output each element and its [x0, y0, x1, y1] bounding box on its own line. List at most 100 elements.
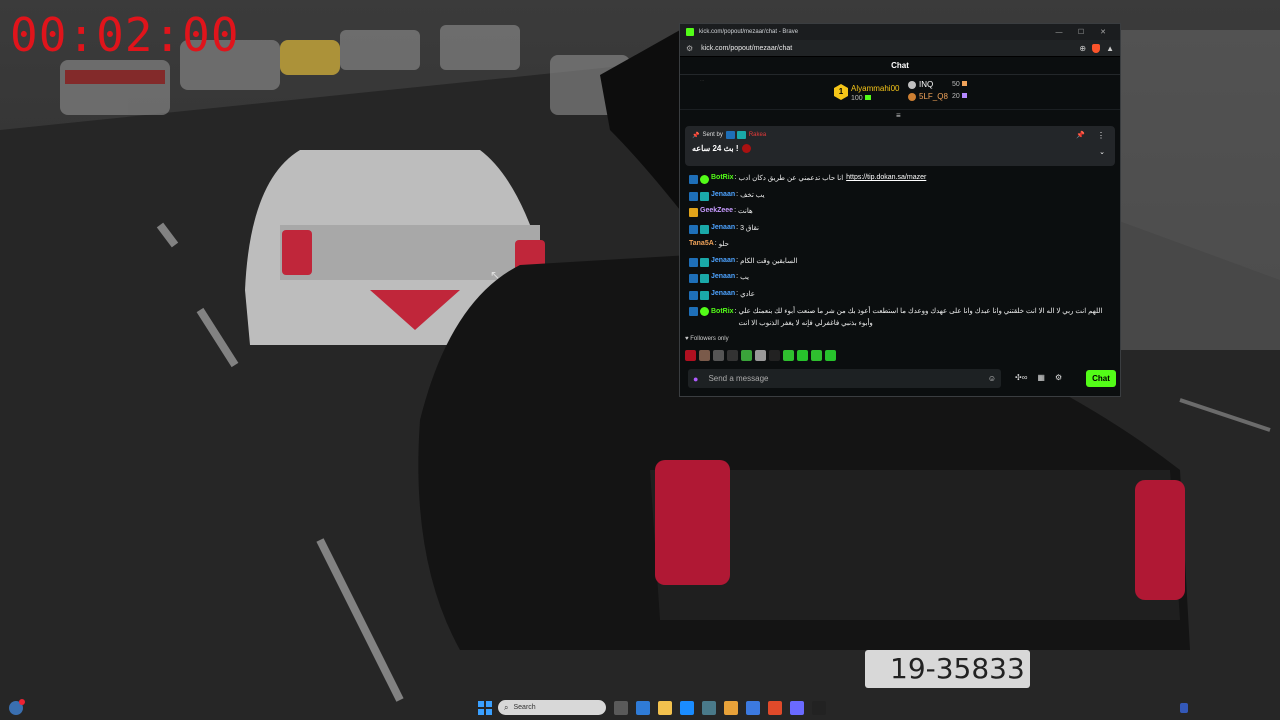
emote-icon[interactable] — [755, 350, 766, 361]
taskbar-app-icon[interactable] — [702, 701, 716, 715]
settings-icon[interactable]: ⚙ — [1055, 373, 1062, 382]
emote-icon[interactable] — [699, 350, 710, 361]
chat-header: Chat — [680, 57, 1120, 75]
top-gifter-count: 100 — [851, 95, 871, 102]
leaderboard-row[interactable]: INQ 50 — [908, 80, 967, 89]
chevron-down-icon[interactable]: ⌄ — [1099, 148, 1105, 156]
emote-icon[interactable] — [713, 350, 724, 361]
emote-icon[interactable] — [741, 350, 752, 361]
verified-badge-icon — [700, 175, 709, 184]
leaderboard-name: 5LF_Q8 — [919, 92, 948, 101]
chat-username[interactable]: Tana5A — [689, 240, 714, 247]
emote-icon[interactable] — [783, 350, 794, 361]
sub-badge-icon — [700, 257, 709, 267]
taskbar-search[interactable]: ⌕ Search — [498, 700, 606, 715]
zoom-icon[interactable]: ⊕ — [1079, 44, 1086, 53]
search-label: Search — [513, 704, 536, 711]
chat-link[interactable]: https://tip.dokan.sa/mazer — [846, 174, 926, 181]
chat-message-text: اللهم انت ربي لا اله الا انت خلقتني وانا… — [738, 308, 1103, 327]
username-separator: : — [736, 223, 739, 231]
chat-username[interactable]: BotRix — [711, 174, 734, 181]
address-bar[interactable]: ⚙ kick.com/popout/mezaar/chat ⊕ ▲ — [680, 40, 1120, 57]
site-settings-icon[interactable]: ⚙ — [686, 44, 693, 53]
close-icon[interactable]: ✕ — [1092, 28, 1114, 36]
window-titlebar[interactable]: kick.com/popout/mezaar/chat - Brave — ☐ … — [680, 24, 1120, 40]
chat-username[interactable]: GeekZeee — [700, 207, 733, 214]
system-tray-icon[interactable] — [1180, 703, 1188, 713]
gift-icon — [864, 95, 871, 100]
username-separator: : — [736, 273, 739, 280]
send-chat-button[interactable]: Chat — [1086, 370, 1116, 387]
leaderboard-row[interactable]: 5LF_Q8 20 — [908, 92, 967, 101]
chat-username[interactable]: Jenaan — [711, 224, 735, 231]
taskbar-app-icon[interactable] — [812, 701, 826, 715]
emote-icon[interactable] — [727, 350, 738, 361]
pin-icon[interactable]: 📌 — [1076, 131, 1085, 139]
sent-by-label: Sent by — [702, 132, 723, 138]
notification-dot-icon — [19, 699, 25, 705]
browser-window: kick.com/popout/mezaar/chat - Brave — ☐ … — [679, 23, 1121, 397]
emote-icon[interactable] — [685, 350, 696, 361]
taskbar-app-icon[interactable] — [680, 701, 694, 715]
top-gifter-name[interactable]: Alyammahi00 — [851, 84, 899, 93]
taskbar-app-icon[interactable] — [724, 701, 738, 715]
brave-rewards-icon[interactable]: ▲ — [1106, 44, 1114, 53]
gift-leaderboard[interactable]: ... 1 Alyammahi00 100 INQ 50 5LF_Q8 20 — [680, 75, 1120, 110]
weather-widget-icon[interactable] — [9, 699, 25, 715]
taskbar-app-icon[interactable] — [658, 701, 672, 715]
chat-message: BotRix: انا حاب تدعمني عن طريق دكان ادب ht… — [689, 174, 1117, 191]
more-options-icon[interactable]: ⋮ — [1097, 131, 1105, 140]
chat-message: Jenaan: عادي — [689, 290, 1117, 307]
kick-favicon-icon — [686, 28, 694, 36]
store-icon[interactable]: ▦ — [1037, 373, 1045, 382]
emoji-icon[interactable]: ☺ — [988, 374, 996, 383]
svg-text:19-35833: 19-35833 — [890, 652, 1025, 685]
message-input[interactable] — [706, 373, 988, 384]
sub-badge-icon — [700, 274, 709, 283]
chat-username[interactable]: Jenaan — [711, 290, 735, 297]
taskbar-app-icon[interactable] — [768, 701, 782, 715]
emote-icon[interactable] — [769, 350, 780, 361]
username-separator: : — [736, 190, 739, 198]
sub-badge-icon — [700, 224, 709, 234]
gift-icon — [961, 93, 967, 98]
followers-only-notice: ♥ Followers only — [685, 336, 729, 342]
emote-icon[interactable] — [811, 350, 822, 361]
username-separator: : — [734, 207, 737, 214]
medal-icon — [908, 92, 916, 101]
windows-start-icon[interactable] — [478, 701, 492, 715]
message-input-bar[interactable]: ● ☺ — [688, 369, 1001, 388]
emote-icon[interactable] — [797, 350, 808, 361]
pinned-sender-name[interactable]: Rakea — [749, 132, 766, 138]
subscriber-badge-icon — [736, 131, 746, 139]
chat-messages: BotRix: انا حاب تدعمني عن طريق دكان ادب ht… — [689, 174, 1117, 330]
url-text[interactable]: kick.com/popout/mezaar/chat — [701, 45, 1073, 52]
chat-username[interactable]: Jenaan — [711, 273, 735, 280]
kick-badge-icon — [689, 224, 698, 234]
chat-message-text: هانت — [738, 208, 753, 215]
taskbar-app-icon[interactable] — [614, 701, 628, 715]
username-separator: : — [736, 289, 739, 297]
taskbar-app-icon[interactable] — [636, 701, 650, 715]
leaderboard-value: 50 — [952, 81, 967, 88]
medal-icon — [908, 80, 916, 89]
taskbar-app-icon[interactable] — [790, 701, 804, 715]
chat-username[interactable]: Jenaan — [711, 191, 735, 198]
microphone-icon[interactable]: ● — [693, 374, 698, 384]
gift-sub-icon[interactable]: ✣∞ — [1015, 373, 1027, 382]
chat-message-text: يب تخف — [740, 191, 765, 199]
chat-username[interactable]: BotRix — [711, 306, 734, 318]
maximize-icon[interactable]: ☐ — [1070, 28, 1092, 36]
taskbar-app-icon[interactable] — [746, 701, 760, 715]
collapse-leaderboard-icon[interactable]: ≡ — [896, 111, 901, 120]
brave-shields-icon[interactable] — [1092, 43, 1101, 53]
faded-message: ... — [700, 77, 705, 83]
chat-username[interactable]: Jenaan — [711, 257, 735, 264]
gold-badge-icon — [689, 208, 698, 217]
sub-badge-icon — [700, 191, 709, 201]
pinned-message[interactable]: 📌 Sent by Rakea بث 24 ساعه ! 📌 ⋮ ⌄ — [685, 126, 1115, 166]
minimize-icon[interactable]: — — [1048, 29, 1070, 36]
mouse-cursor-icon: ↖ — [490, 268, 501, 282]
emote-icon[interactable] — [825, 350, 836, 361]
chat-message: Jenaan: نقاق 3 — [689, 224, 1117, 241]
